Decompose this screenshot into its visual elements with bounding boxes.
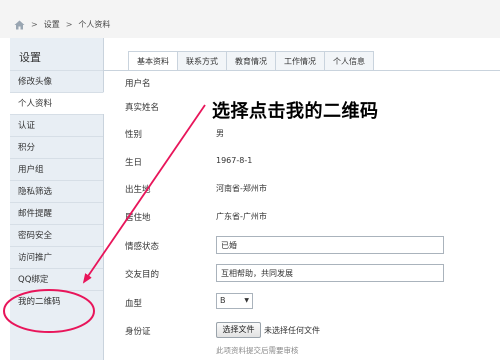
sidebar-item-profile[interactable]: 个人资料 [10, 92, 104, 114]
chevron-down-icon: ▼ [244, 297, 249, 304]
birthday-label: 生日 [125, 158, 143, 168]
sidebar-title: 设置 [19, 51, 41, 64]
sidebar-item-change-avatar[interactable]: 修改头像 [10, 70, 103, 92]
idcard-label: 身份证 [125, 327, 151, 337]
marital-status-label: 情感状态 [125, 242, 160, 252]
sidebar-item-password[interactable]: 密码安全 [10, 224, 103, 246]
sidebar: 设置 修改头像 个人资料 认证 积分 用户组 隐私筛选 邮件提醒 密码安全 访问… [10, 38, 104, 360]
sidebar-item-usergroup[interactable]: 用户组 [10, 158, 103, 180]
tab-bar: 基本资料 联系方式 教育情况 工作情况 个人信息 [128, 51, 374, 71]
sidebar-item-verification[interactable]: 认证 [10, 114, 103, 136]
top-bar: > 设置 > 个人资料 [0, 0, 500, 38]
sidebar-item-qq-binding[interactable]: QQ绑定 [10, 268, 103, 290]
choose-file-button[interactable]: 选择文件 [216, 322, 261, 338]
sidebar-item-privacy[interactable]: 隐私筛选 [10, 180, 103, 202]
breadcrumb-separator: > [31, 20, 38, 29]
annotation-text: 选择点击我的二维码 [212, 101, 379, 122]
marital-status-input[interactable] [216, 236, 444, 254]
home-icon[interactable] [14, 20, 25, 30]
gender-value: 男 [216, 129, 224, 138]
birthplace-label: 出生地 [125, 185, 151, 195]
tab-work[interactable]: 工作情况 [276, 51, 325, 71]
sidebar-item-promotion[interactable]: 访问推广 [10, 246, 103, 268]
residence-label: 居住地 [125, 213, 151, 223]
breadcrumb-separator: > [65, 20, 73, 29]
realname-label: 真实姓名 [125, 103, 160, 113]
purpose-label: 交友目的 [125, 270, 160, 280]
gender-label: 性别 [125, 130, 143, 140]
sidebar-item-email[interactable]: 邮件提醒 [10, 202, 103, 224]
file-status-text: 未选择任何文件 [264, 326, 320, 335]
residence-value: 广东省-广州市 [216, 212, 267, 221]
tab-personal-info[interactable]: 个人信息 [325, 51, 374, 71]
tab-contact[interactable]: 联系方式 [178, 51, 227, 71]
tab-education[interactable]: 教育情况 [227, 51, 276, 71]
blood-type-select[interactable]: B ▼ [216, 293, 253, 309]
sidebar-item-my-qrcode[interactable]: 我的二维码 [10, 290, 103, 312]
purpose-input[interactable] [216, 264, 444, 282]
birthday-value: 1967-8-1 [216, 156, 253, 165]
blood-type-value: B [220, 296, 226, 305]
breadcrumb-item-settings[interactable]: 设置 [44, 19, 60, 30]
username-label: 用户名 [125, 79, 151, 89]
tab-basic-info[interactable]: 基本资料 [128, 51, 178, 71]
breadcrumb-item-profile[interactable]: 个人资料 [78, 19, 110, 30]
sidebar-item-points[interactable]: 积分 [10, 136, 103, 158]
blood-type-label: 血型 [125, 299, 143, 309]
review-hint: 此项资料提交后需要审核 [216, 346, 299, 355]
birthplace-value: 河南省-郑州市 [216, 184, 267, 193]
tab-divider [104, 70, 500, 71]
breadcrumb: > 设置 > 个人资料 [14, 19, 110, 30]
